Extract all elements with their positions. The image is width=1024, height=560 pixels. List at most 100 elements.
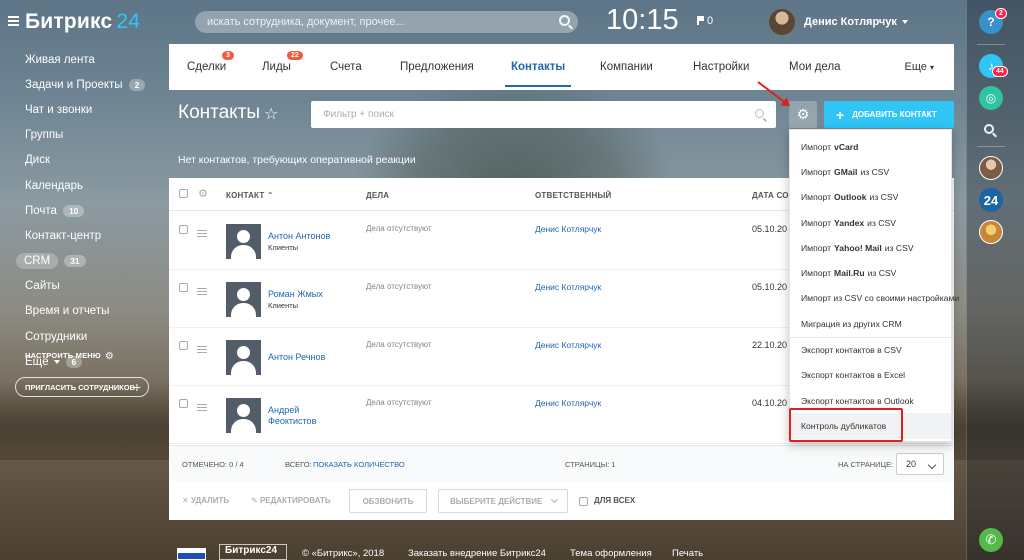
bitrix24-avatar[interactable]: 24	[979, 188, 1003, 212]
rail-divider	[977, 44, 1005, 45]
deals-status: Дела отсутствуют	[366, 282, 432, 291]
sidebar-item-feed[interactable]: Живая лента	[0, 47, 160, 72]
add-contact-button[interactable]: + ДОБАВИТЬ КОНТАКТ	[824, 101, 954, 128]
tab-deals[interactable]: Сделки	[187, 44, 226, 90]
grid-actions: ✕ УДАЛИТЬ ✎ РЕДАКТИРОВАТЬ ОБЗВОНИТЬ ВЫБЕ…	[169, 481, 954, 520]
row-checkbox[interactable]	[179, 341, 188, 350]
select-all-checkbox[interactable]	[179, 189, 188, 198]
phone-icon[interactable]: ✆	[979, 528, 1003, 552]
tabs-more-button[interactable]: Еще ▾	[905, 61, 934, 73]
global-search-input[interactable]: искать сотрудника, документ, прочее...	[195, 11, 578, 33]
clock[interactable]: 10:15	[606, 4, 679, 37]
tab-quotes[interactable]: Предложения	[400, 44, 474, 90]
search-icon[interactable]	[755, 109, 764, 118]
pages-label: СТРАНИЦЫ: 1	[565, 460, 616, 469]
contact-name-link[interactable]: Антон Антонов	[268, 231, 348, 242]
tab-invoices[interactable]: Счета	[330, 44, 362, 90]
menu-item-migration[interactable]: Миграция из других CRM	[790, 311, 951, 336]
column-deals[interactable]: ДЕЛА	[366, 191, 389, 200]
column-contact[interactable]: КОНТАКТ ⌃	[226, 191, 274, 200]
menu-item-import-csv-custom[interactable]: Импорт из CSV со своими настройками	[790, 286, 959, 311]
per-page-select[interactable]: 20	[896, 453, 944, 475]
row-menu-icon[interactable]	[197, 288, 207, 295]
logo[interactable]: Битрикс 24	[25, 10, 140, 34]
sidebar-item-calendar[interactable]: Календарь	[0, 173, 160, 198]
edit-button[interactable]: ✎ РЕДАКТИРОВАТЬ	[251, 496, 331, 505]
footer-brand[interactable]: Битрикс24	[219, 544, 287, 560]
menu-item-import-yandex[interactable]: Импорт Yandex из CSV	[790, 210, 951, 235]
language-flag-icon[interactable]	[177, 548, 206, 560]
tab-contacts[interactable]: Контакты	[504, 44, 572, 90]
contact-name-link[interactable]: Антон Речнов	[268, 352, 348, 363]
menu-item-import-yahoo[interactable]: Импорт Yahoo! Mail из CSV	[790, 235, 951, 260]
tab-leads[interactable]: Лиды	[262, 44, 291, 90]
menu-item-import-mailru[interactable]: Импорт Mail.Ru из CSV	[790, 261, 951, 286]
sidebar-item-groups[interactable]: Группы	[0, 123, 160, 148]
row-checkbox[interactable]	[179, 283, 188, 292]
search-icon[interactable]	[984, 124, 994, 134]
print-link[interactable]: Печать	[672, 548, 703, 559]
menu-item-import-outlook[interactable]: Импорт Outlook из CSV	[790, 185, 951, 210]
user-menu[interactable]: Денис Котлярчук	[769, 9, 908, 35]
tab-companies[interactable]: Компании	[600, 44, 653, 90]
menu-item-import-gmail[interactable]: Импорт GMail из CSV	[790, 159, 951, 184]
menu-item-import-vcard[interactable]: Импорт vCard	[790, 134, 951, 159]
responsible-link[interactable]: Денис Котлярчук	[535, 224, 601, 234]
row-menu-icon[interactable]	[197, 346, 207, 353]
user-avatar[interactable]	[979, 220, 1003, 244]
close-icon: ✕	[182, 496, 189, 505]
column-responsible[interactable]: ОТВЕТСТВЕННЫЙ	[535, 191, 611, 200]
chat-icon[interactable]: ◎	[979, 86, 1003, 110]
responsible-link[interactable]: Денис Котлярчук	[535, 340, 601, 350]
row-menu-icon[interactable]	[197, 404, 207, 411]
menu-item-export-excel[interactable]: Экспорт контактов в Excel	[790, 363, 951, 388]
star-icon[interactable]: ☆	[264, 104, 278, 124]
page-footer: Битрикс24 © «Битрикс», 2018 Заказать вне…	[169, 544, 954, 560]
sidebar-item-tasks[interactable]: Задачи и Проекты 2	[0, 72, 160, 97]
gear-icon[interactable]: ⚙	[198, 187, 208, 200]
responsible-link[interactable]: Денис Котлярчук	[535, 282, 601, 292]
created-date: 22.10.20	[752, 340, 788, 350]
menu-burger-icon[interactable]	[8, 16, 19, 26]
user-avatar[interactable]	[979, 156, 1003, 180]
created-date: 05.10.20	[752, 224, 788, 234]
configure-menu-button[interactable]: НАСТРОИТЬ МЕНЮ ⚙	[25, 351, 114, 362]
menu-item-export-csv[interactable]: Экспорт контактов в CSV	[790, 337, 951, 362]
show-count-link[interactable]: ПОКАЗАТЬ КОЛИЧЕСТВО	[313, 460, 405, 469]
sidebar-item-time[interactable]: Время и отчеты	[0, 299, 160, 324]
search-icon[interactable]	[559, 15, 570, 26]
notifications-badge: 44	[992, 66, 1008, 77]
delete-button[interactable]: ✕ УДАЛИТЬ	[182, 496, 229, 505]
row-menu-icon[interactable]	[197, 230, 207, 237]
settings-gear-button[interactable]: ⚙	[789, 101, 817, 128]
sidebar-item-contact-center[interactable]: Контакт-центр	[0, 223, 160, 248]
sidebar-item-employees[interactable]: Сотрудники	[0, 324, 160, 349]
page-title: Контакты	[178, 102, 261, 123]
column-date[interactable]: ДАТА СОЗ	[752, 191, 794, 200]
row-checkbox[interactable]	[179, 225, 188, 234]
user-avatar	[769, 9, 795, 35]
tab-settings[interactable]: Настройки	[693, 44, 749, 90]
sidebar-item-crm[interactable]: CRM 31	[0, 249, 160, 274]
contact-name-link[interactable]: Андрей Феоктистов	[268, 405, 338, 427]
choose-action-select[interactable]: ВЫБЕРИТЕ ДЕЙСТВИЕ	[438, 489, 568, 513]
sidebar-item-chat[interactable]: Чат и звонки	[0, 97, 160, 122]
order-implementation-link[interactable]: Заказать внедрение Битрикс24	[408, 548, 546, 559]
for-all-label: ДЛЯ ВСЕХ	[594, 496, 636, 505]
tab-my-activities[interactable]: Мои дела	[789, 44, 841, 90]
contact-name-link[interactable]: Роман Жмых	[268, 289, 348, 300]
sidebar-item-mail[interactable]: Почта 10	[0, 198, 160, 223]
copyright: © «Битрикс», 2018	[302, 548, 385, 559]
flag-counter[interactable]: 0	[697, 15, 713, 27]
responsible-link[interactable]: Денис Котлярчук	[535, 398, 601, 408]
theme-link[interactable]: Тема оформления	[570, 548, 652, 559]
call-button[interactable]: ОБЗВОНИТЬ	[349, 489, 427, 513]
sidebar-item-disk[interactable]: Диск	[0, 148, 160, 173]
created-date: 04.10.20	[752, 398, 788, 408]
for-all-checkbox[interactable]	[579, 497, 588, 506]
row-checkbox[interactable]	[179, 399, 188, 408]
attention-notice: Нет контактов, требующих оперативной реа…	[178, 154, 416, 166]
invite-employees-button[interactable]: ПРИГЛАСИТЬ СОТРУДНИКОВ +	[15, 377, 149, 397]
sidebar-item-sites[interactable]: Сайты	[0, 274, 160, 299]
filter-search-input[interactable]: Фильтр + поиск	[311, 101, 776, 128]
